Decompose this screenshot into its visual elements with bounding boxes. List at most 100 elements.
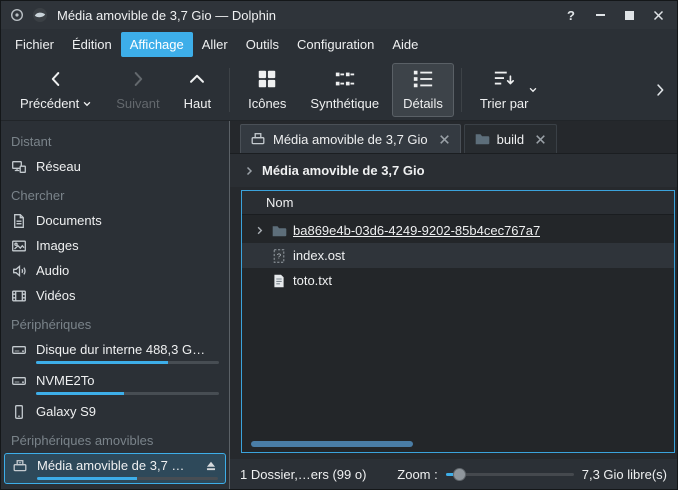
zoom-slider[interactable] — [446, 467, 574, 482]
dolphin-window: Média amovible de 3,7 Gio — Dolphin ? Fi… — [0, 0, 678, 490]
titlebar[interactable]: Média amovible de 3,7 Gio — Dolphin ? — [1, 1, 677, 29]
main-toolbar: Précédent Suivant Haut Icônes Synthétiqu… — [1, 59, 677, 121]
maximize-button[interactable] — [618, 5, 640, 25]
column-header-nom[interactable]: Nom — [242, 191, 674, 215]
usb-drive-icon — [250, 131, 266, 147]
capacity-bar — [36, 361, 219, 364]
harddisk-icon — [11, 342, 27, 358]
videos-icon — [11, 288, 27, 304]
up-label: Haut — [184, 96, 211, 111]
statusbar: 1 Dossier,…ers (99 o) Zoom : 7,3 Gio lib… — [230, 459, 677, 489]
content-area: Distant Réseau Chercher Documents Images… — [1, 121, 677, 489]
close-icon — [652, 9, 665, 22]
breadcrumb-location[interactable]: Média amovible de 3,7 Gio — [262, 163, 425, 178]
details-view-button[interactable]: Détails — [392, 63, 454, 117]
icons-view-icon — [256, 68, 278, 93]
menu-edition[interactable]: Édition — [63, 32, 121, 57]
help-button[interactable]: ? — [560, 5, 582, 25]
documents-icon — [11, 213, 27, 229]
sidebar-item-audio[interactable]: Audio — [1, 258, 229, 283]
sidebar-item-videos[interactable]: Vidéos — [1, 283, 229, 308]
icons-view-button[interactable]: Icônes — [237, 63, 297, 117]
window-pin-icon[interactable] — [9, 7, 25, 23]
tab-build[interactable]: build — [464, 124, 557, 153]
chevron-left-icon — [45, 68, 67, 93]
folder-icon — [271, 223, 287, 239]
menubar: Fichier Édition Affichage Aller Outils C… — [1, 29, 677, 59]
section-title-remote: Distant — [1, 125, 229, 154]
expand-chevron-icon[interactable] — [254, 225, 265, 236]
zoom-label: Zoom : — [397, 467, 437, 482]
compact-view-button[interactable]: Synthétique — [299, 63, 390, 117]
audio-icon — [11, 263, 27, 279]
sidebar-item-images[interactable]: Images — [1, 233, 229, 258]
tab-bar: Média amovible de 3,7 Gio build — [230, 121, 677, 154]
sidebar-item-galaxy-s9[interactable]: Galaxy S9 — [1, 399, 229, 424]
details-view-label: Détails — [403, 96, 443, 111]
compact-view-label: Synthétique — [310, 96, 379, 111]
sort-icon — [493, 68, 515, 93]
unknown-file-icon: ? — [271, 248, 287, 264]
tab-removable-media[interactable]: Média amovible de 3,7 Gio — [240, 124, 461, 153]
tab-close-icon[interactable] — [438, 133, 451, 146]
horizontal-scrollbar[interactable] — [245, 440, 671, 449]
file-view: Nom ba869e4b-03d6-4249-9202-85b4cec767a7… — [241, 190, 675, 453]
menu-outils[interactable]: Outils — [237, 32, 288, 57]
toolbar-separator — [229, 68, 230, 112]
tab-close-icon[interactable] — [534, 133, 547, 146]
toolbar-overflow-button[interactable] — [651, 81, 669, 99]
scrollbar-thumb[interactable] — [251, 441, 413, 447]
usb-drive-icon — [12, 458, 28, 474]
sidebar-item-reseau[interactable]: Réseau — [1, 154, 229, 179]
menu-aller[interactable]: Aller — [193, 32, 237, 57]
sidebar-item-nvme2to[interactable]: NVME2To — [1, 368, 229, 399]
back-label: Précédent — [20, 96, 79, 111]
chevron-right-icon[interactable] — [243, 165, 255, 177]
network-icon — [11, 159, 27, 175]
menu-affichage[interactable]: Affichage — [121, 32, 193, 57]
sort-by-label: Trier par — [480, 96, 529, 111]
toolbar-separator — [461, 68, 462, 112]
capacity-bar — [37, 477, 218, 480]
details-view-icon — [412, 68, 434, 93]
file-row-folder[interactable]: ba869e4b-03d6-4249-9202-85b4cec767a7 — [242, 218, 674, 243]
caret-down-icon — [82, 99, 92, 109]
menu-aide[interactable]: Aide — [383, 32, 427, 57]
zoom-slider-handle[interactable] — [453, 468, 466, 481]
maximize-icon — [625, 11, 634, 20]
sidebar-item-internal-disk[interactable]: Disque dur interne 488,3 G… — [1, 337, 229, 368]
file-row-toto-txt[interactable]: toto.txt — [242, 268, 674, 293]
eject-button[interactable] — [204, 459, 218, 473]
eject-icon — [204, 459, 218, 473]
help-icon: ? — [567, 8, 575, 23]
sort-by-button[interactable]: Trier par — [469, 63, 540, 117]
file-row-index-ost[interactable]: ? index.ost — [242, 243, 674, 268]
menu-configuration[interactable]: Configuration — [288, 32, 383, 57]
file-list: ba869e4b-03d6-4249-9202-85b4cec767a7 ? i… — [242, 215, 674, 438]
compact-view-icon — [334, 68, 356, 93]
section-title-devices: Périphériques — [1, 308, 229, 337]
folder-icon — [474, 131, 490, 147]
menu-fichier[interactable]: Fichier — [6, 32, 63, 57]
sidebar-item-documents[interactable]: Documents — [1, 208, 229, 233]
close-button[interactable] — [647, 5, 669, 25]
up-button[interactable]: Haut — [173, 63, 222, 117]
images-icon — [11, 238, 27, 254]
svg-text:?: ? — [277, 251, 281, 260]
chevron-right-icon — [651, 81, 669, 99]
free-space-label: 7,3 Gio libre(s) — [582, 467, 667, 482]
items-summary: 1 Dossier,…ers (99 o) — [240, 467, 366, 482]
sidebar-item-removable-media[interactable]: Média amovible de 3,7 … — [4, 453, 226, 484]
caret-down-icon — [528, 85, 538, 95]
forward-button[interactable]: Suivant — [105, 63, 170, 117]
section-title-search: Chercher — [1, 179, 229, 208]
back-button[interactable]: Précédent — [9, 63, 103, 117]
text-file-icon — [271, 273, 287, 289]
window-title: Média amovible de 3,7 Gio — Dolphin — [57, 8, 553, 23]
chevron-right-icon — [127, 68, 149, 93]
capacity-bar — [36, 392, 219, 395]
dolphin-app-icon[interactable] — [32, 7, 48, 23]
minimize-button[interactable] — [589, 5, 611, 25]
minimize-icon — [596, 14, 605, 16]
places-panel: Distant Réseau Chercher Documents Images… — [1, 121, 230, 489]
